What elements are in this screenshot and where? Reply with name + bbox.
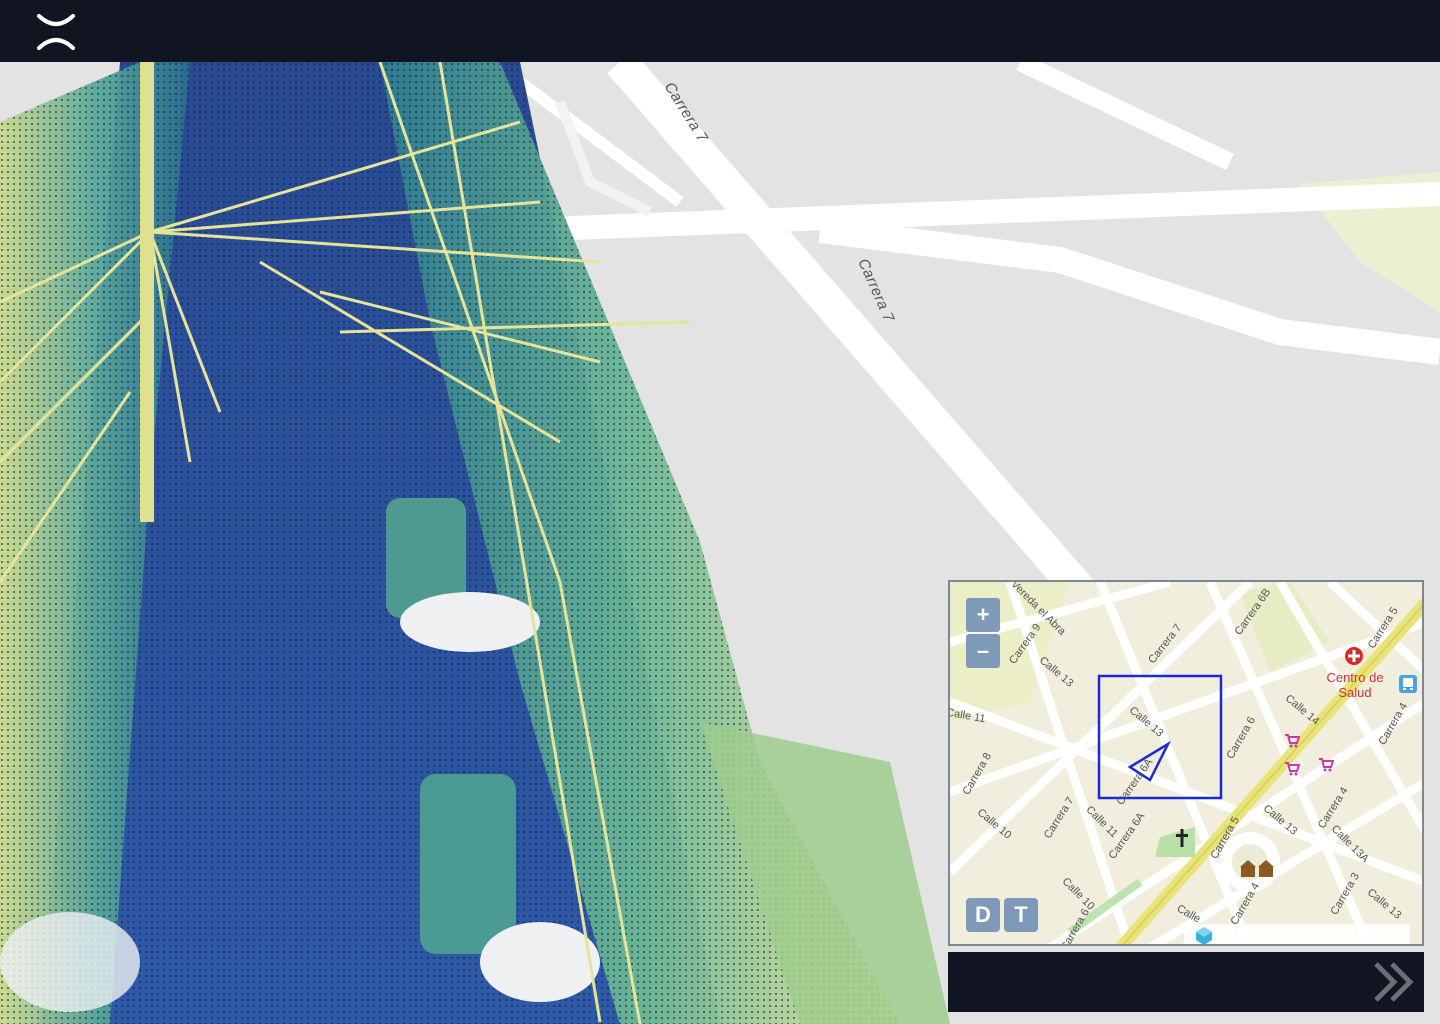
poi-label: Centro de Salud (1326, 670, 1384, 700)
shop-icon[interactable] (1284, 732, 1300, 748)
brand-logo[interactable] (34, 12, 78, 52)
zoom-in-button[interactable]: + (966, 598, 1000, 632)
church-icon[interactable] (1174, 828, 1190, 848)
mode-t-button[interactable]: T (1004, 898, 1038, 932)
shop-icon[interactable] (1284, 760, 1300, 776)
info-panel (948, 952, 1424, 1012)
zoom-out-button[interactable]: – (966, 634, 1000, 668)
attribution-bar (1184, 924, 1410, 944)
bus-icon[interactable] (1398, 674, 1418, 694)
hospital-icon[interactable] (1344, 646, 1364, 666)
double-chevron-right-icon[interactable] (1370, 956, 1420, 1008)
layers-icon[interactable] (1194, 926, 1214, 946)
shop-icon[interactable] (1318, 756, 1334, 772)
minimap[interactable]: Vereda el Abra Carrera 9 Calle 13 Carrer… (948, 580, 1424, 946)
top-bar (0, 0, 1440, 62)
mode-d-button[interactable]: D (966, 898, 1000, 932)
police-icon[interactable] (1240, 858, 1274, 878)
